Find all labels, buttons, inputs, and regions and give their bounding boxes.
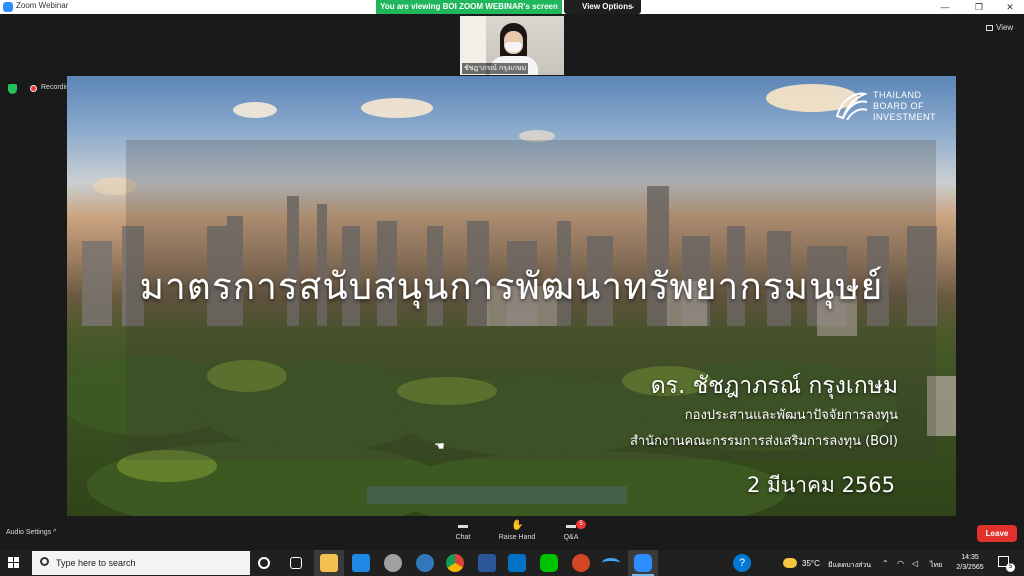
view-button[interactable]: View bbox=[986, 23, 1013, 32]
boi-logo-icon bbox=[835, 92, 868, 121]
audio-settings-button[interactable]: Audio Settings ^ bbox=[6, 529, 56, 536]
chat-icon: ▬ bbox=[458, 520, 468, 531]
search-placeholder: Type here to search bbox=[56, 558, 136, 568]
app-icon[interactable] bbox=[384, 554, 402, 572]
chevron-down-icon: ⌄ bbox=[629, 4, 635, 10]
task-view-icon[interactable] bbox=[290, 557, 302, 569]
notification-count: 5 bbox=[1006, 563, 1015, 572]
face-mask bbox=[505, 42, 522, 52]
powerpoint-icon[interactable] bbox=[572, 554, 590, 572]
slide-title: มาตรการสนับสนุนการพัฒนาทรัพยากรมนุษย์ bbox=[139, 265, 884, 308]
windows-taskbar: Type here to search ? 35°C มีแดดบางส่วน … bbox=[0, 550, 1024, 576]
chrome-icon[interactable] bbox=[446, 554, 464, 572]
logo-line-1: THAILAND bbox=[873, 90, 922, 100]
boi-logo: THAILAND BOARD OF INVESTMENT bbox=[833, 88, 945, 126]
raise-hand-label: Raise Hand bbox=[498, 534, 536, 541]
zoom-app-icon bbox=[3, 2, 13, 12]
qa-label: Q&A bbox=[563, 534, 579, 541]
language-indicator[interactable]: ไทย bbox=[930, 560, 942, 571]
taskbar-clock[interactable]: 14:35 2/3/2565 bbox=[952, 553, 988, 573]
chat-label: Chat bbox=[455, 534, 471, 541]
presenter-name: ดร. ชัชฎาภรณ์ กรุงเกษม bbox=[650, 373, 898, 399]
cortana-icon[interactable] bbox=[258, 557, 270, 569]
participant-video[interactable]: ชัชฎาภรณ์ กรุงเกษม bbox=[460, 16, 564, 75]
participant-name: ชัชฎาภรณ์ กรุงเกษม bbox=[462, 63, 529, 74]
close-button[interactable]: ✕ bbox=[995, 0, 1024, 14]
recording-icon bbox=[30, 85, 37, 92]
word-icon[interactable] bbox=[478, 554, 496, 572]
hand-icon: ✋ bbox=[511, 520, 524, 531]
grid-view-icon bbox=[986, 25, 993, 31]
line-icon[interactable] bbox=[540, 554, 558, 572]
search-icon bbox=[40, 557, 49, 566]
chat-button[interactable]: ▬ Chat bbox=[438, 520, 488, 542]
windows-start-icon[interactable] bbox=[8, 557, 20, 569]
organization-name: สำนักงานคณะกรรมการส่งเสริมการลงทุน (BOI) bbox=[630, 434, 898, 449]
internet-explorer-icon[interactable] bbox=[416, 554, 434, 572]
view-options-label: View Options bbox=[582, 2, 633, 11]
view-button-label: View bbox=[996, 23, 1014, 32]
weather-icon[interactable] bbox=[783, 558, 797, 568]
clock-time: 14:35 bbox=[961, 554, 979, 561]
boi-logo-text: THAILAND BOARD OF INVESTMENT bbox=[873, 90, 936, 123]
network-icon[interactable]: ◠ bbox=[897, 559, 904, 568]
taskbar-search-input[interactable]: Type here to search bbox=[32, 551, 250, 575]
raise-hand-button[interactable]: ✋ Raise Hand bbox=[492, 520, 542, 542]
volume-icon[interactable]: ◁ bbox=[912, 559, 918, 568]
audio-settings-label: Audio Settings bbox=[6, 529, 52, 536]
division-name: กองประสานและพัฒนาปัจจัยการลงทุน bbox=[684, 408, 898, 423]
window-title: Zoom Webinar bbox=[16, 1, 69, 10]
file-explorer-icon[interactable] bbox=[320, 554, 338, 572]
store-icon[interactable] bbox=[352, 554, 370, 572]
security-shield-icon[interactable] bbox=[8, 84, 17, 94]
minimize-button[interactable]: — bbox=[930, 0, 960, 14]
screen-share-banner: You are viewing BOI ZOOM WEBINAR's scree… bbox=[376, 0, 562, 14]
tray-overflow-icon[interactable]: ⌃ bbox=[882, 559, 889, 568]
zoom-taskbar-icon[interactable] bbox=[634, 554, 652, 572]
logo-line-2: BOARD OF bbox=[873, 101, 925, 111]
weather-description[interactable]: มีแดดบางส่วน bbox=[828, 560, 871, 571]
clock-date: 2/3/2565 bbox=[956, 564, 984, 571]
logo-line-3: INVESTMENT bbox=[873, 112, 937, 122]
weather-temp[interactable]: 35°C bbox=[802, 559, 820, 568]
maximize-button[interactable]: ❐ bbox=[964, 0, 994, 14]
leave-button[interactable]: Leave bbox=[977, 525, 1017, 542]
zoom-window: Zoom Webinar — ❐ ✕ You are viewing BOI Z… bbox=[0, 0, 1024, 576]
qa-button[interactable]: ▬ Q&A bbox=[546, 521, 596, 542]
presentation-date: 2 มีนาคม 2565 bbox=[746, 473, 895, 497]
outlook-icon[interactable] bbox=[508, 554, 526, 572]
chevron-up-icon: ^ bbox=[53, 529, 57, 536]
help-icon[interactable]: ? bbox=[733, 554, 751, 572]
hand-cursor-icon: ☚ bbox=[434, 439, 445, 453]
qa-count-badge: 5 bbox=[576, 520, 586, 529]
wifi-app-icon[interactable] bbox=[602, 558, 620, 568]
shared-screen-slide: THAILAND BOARD OF INVESTMENT มาตรการสนับ… bbox=[67, 76, 956, 516]
meeting-controls: Audio Settings ^ ▬ Chat ✋ Raise Hand ▬ Q… bbox=[0, 518, 1024, 550]
view-options-button[interactable]: View Options ⌄ bbox=[564, 0, 641, 14]
